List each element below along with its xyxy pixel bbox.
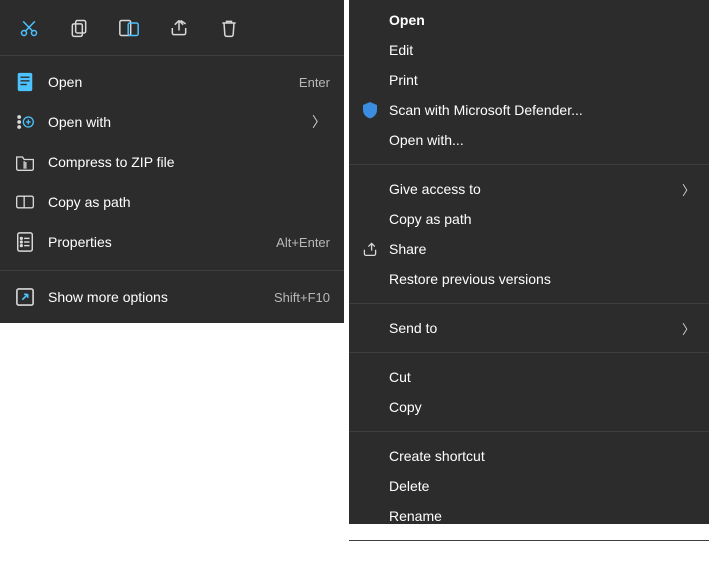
cut-icon[interactable]	[18, 17, 40, 39]
separator	[349, 303, 709, 304]
delete-icon[interactable]	[218, 17, 240, 39]
zip-icon	[14, 151, 36, 173]
r-cut-label: Cut	[389, 369, 411, 385]
right-group-6: Properties	[349, 545, 709, 585]
r-create-shortcut-label: Create shortcut	[389, 448, 485, 464]
r-give-access-item[interactable]: Give access to 〉	[349, 174, 709, 204]
r-openwith-item[interactable]: Open with...	[349, 125, 709, 155]
r-defender-label: Scan with Microsoft Defender...	[389, 102, 583, 118]
r-edit-item[interactable]: Edit	[349, 35, 709, 65]
open-item[interactable]: Open Enter	[0, 62, 344, 102]
document-icon	[14, 71, 36, 93]
right-group-1: Open Edit Print Scan with Microsoft Defe…	[349, 0, 709, 160]
classic-context-menu: Open Edit Print Scan with Microsoft Defe…	[349, 0, 709, 524]
copy-path-item[interactable]: Copy as path	[0, 182, 344, 222]
r-copypath-label: Copy as path	[389, 211, 472, 227]
r-copypath-item[interactable]: Copy as path	[349, 204, 709, 234]
r-print-item[interactable]: Print	[349, 65, 709, 95]
left-group-2: Show more options Shift+F10	[0, 275, 344, 323]
copy-icon[interactable]	[68, 17, 90, 39]
r-open-item[interactable]: Open	[349, 5, 709, 35]
share-icon[interactable]	[168, 17, 190, 39]
r-open-label: Open	[389, 12, 425, 28]
separator	[349, 352, 709, 353]
expand-icon	[14, 286, 36, 308]
win11-context-menu: Open Enter Open with 〉 Compress to ZIP f…	[0, 0, 344, 323]
r-defender-item[interactable]: Scan with Microsoft Defender...	[349, 95, 709, 125]
compress-label: Compress to ZIP file	[48, 154, 330, 170]
separator	[349, 164, 709, 165]
separator	[349, 431, 709, 432]
right-group-3: Send to 〉	[349, 308, 709, 348]
r-delete-label: Delete	[389, 478, 429, 494]
right-group-5: Create shortcut Delete Rename	[349, 436, 709, 536]
paste-icon[interactable]	[118, 17, 140, 39]
open-label: Open	[48, 74, 299, 90]
r-delete-item[interactable]: Delete	[349, 471, 709, 501]
copy-path-label: Copy as path	[48, 194, 330, 210]
show-more-item[interactable]: Show more options Shift+F10	[0, 277, 344, 317]
quick-action-row	[0, 0, 344, 56]
chevron-right-icon: 〉	[312, 112, 330, 132]
r-restore-label: Restore previous versions	[389, 271, 551, 287]
r-copy-item[interactable]: Copy	[349, 392, 709, 422]
open-with-label: Open with	[48, 114, 312, 130]
r-edit-label: Edit	[389, 42, 413, 58]
properties-item[interactable]: Properties Alt+Enter	[0, 222, 344, 262]
open-shortcut: Enter	[299, 75, 330, 90]
separator	[349, 540, 709, 541]
right-group-2: Give access to 〉 Copy as path Share Rest…	[349, 169, 709, 299]
r-rename-item[interactable]: Rename	[349, 501, 709, 531]
properties-icon	[14, 231, 36, 253]
chevron-right-icon: 〉	[682, 319, 695, 338]
show-more-shortcut: Shift+F10	[274, 290, 330, 305]
share-arrow-icon	[361, 240, 379, 258]
r-rename-label: Rename	[389, 508, 442, 524]
shield-icon	[361, 101, 379, 119]
r-share-item[interactable]: Share	[349, 234, 709, 264]
right-group-4: Cut Copy	[349, 357, 709, 427]
properties-shortcut: Alt+Enter	[276, 235, 330, 250]
r-copy-label: Copy	[389, 399, 422, 415]
r-properties-label: Properties	[389, 557, 453, 573]
r-sendto-item[interactable]: Send to 〉	[349, 313, 709, 343]
r-give-access-label: Give access to	[389, 181, 481, 197]
r-create-shortcut-item[interactable]: Create shortcut	[349, 441, 709, 471]
properties-label: Properties	[48, 234, 276, 250]
r-openwith-label: Open with...	[389, 132, 464, 148]
r-properties-item[interactable]: Properties	[349, 550, 709, 580]
r-share-label: Share	[389, 241, 426, 257]
copy-path-icon	[14, 191, 36, 213]
r-restore-item[interactable]: Restore previous versions	[349, 264, 709, 294]
r-sendto-label: Send to	[389, 320, 437, 336]
left-group-1: Open Enter Open with 〉 Compress to ZIP f…	[0, 56, 344, 266]
r-cut-item[interactable]: Cut	[349, 362, 709, 392]
compress-item[interactable]: Compress to ZIP file	[0, 142, 344, 182]
show-more-label: Show more options	[48, 289, 274, 305]
chevron-right-icon: 〉	[682, 180, 695, 199]
open-with-icon	[14, 111, 36, 133]
separator	[0, 270, 344, 271]
r-print-label: Print	[389, 72, 418, 88]
open-with-item[interactable]: Open with 〉	[0, 102, 344, 142]
